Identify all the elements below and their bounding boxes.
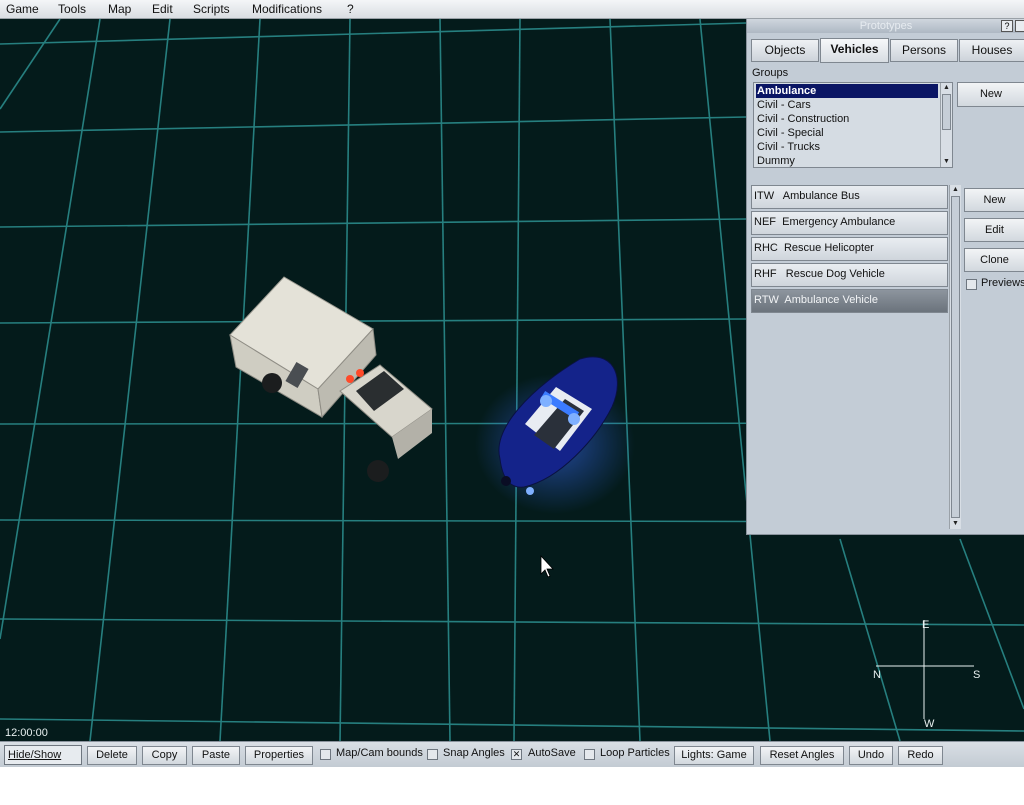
menu-modifications[interactable]: Modifications [252, 2, 322, 16]
autosave-label: AutoSave [528, 747, 576, 759]
vehicle-code: RTW [754, 294, 779, 306]
undo-button[interactable]: Undo [849, 746, 893, 765]
vehicle-item-selected[interactable]: RTW Ambulance Vehicle [751, 289, 948, 313]
reset-angles-button[interactable]: Reset Angles [760, 746, 844, 765]
redo-button[interactable]: Redo [898, 746, 943, 765]
snap-angles-label: Snap Angles [443, 747, 505, 759]
scroll-thumb[interactable] [951, 196, 960, 518]
vehicle-name: Rescue Helicopter [783, 242, 874, 254]
group-item[interactable]: Civil - Cars [756, 98, 938, 112]
panel-help-button[interactable]: ? [1001, 20, 1013, 32]
panel-title-bar[interactable]: Prototypes ? [747, 19, 1024, 33]
vehicle-name: Rescue Dog Vehicle [785, 268, 885, 280]
vehicle-code: RHF [754, 268, 777, 280]
scroll-thumb[interactable] [942, 94, 951, 130]
vehicle-item[interactable]: RHC Rescue Helicopter [751, 237, 948, 261]
group-item[interactable]: Ambulance [756, 84, 938, 98]
vehicle-item[interactable]: NEF Emergency Ambulance [751, 211, 948, 235]
menu-help-label: ? [347, 2, 354, 16]
scroll-up-icon[interactable]: ▲ [941, 83, 952, 93]
vehicle-list[interactable]: ITW Ambulance Bus NEF Emergency Ambulanc… [751, 185, 948, 529]
scroll-down-icon[interactable]: ▼ [950, 519, 961, 529]
menu-bar: Game Tools Map Edit Scripts Modification… [0, 0, 1024, 19]
properties-button[interactable]: Properties [245, 746, 313, 765]
scroll-down-icon[interactable]: ▼ [941, 157, 952, 167]
menu-modifications-label: Modifications [252, 2, 323, 16]
mouse-cursor [540, 554, 554, 578]
group-item[interactable]: Civil - Construction [756, 112, 938, 126]
vehicle-code: NEF [754, 216, 776, 228]
panel-close-button[interactable] [1015, 20, 1024, 32]
group-new-button[interactable]: New [957, 82, 1024, 107]
menu-scripts[interactable]: Scripts [193, 2, 230, 16]
game-clock: 12:00:00 [5, 727, 48, 739]
loop-particles-checkbox[interactable] [584, 749, 595, 760]
compass-east-label: E [922, 619, 930, 631]
previews-checkbox[interactable] [966, 279, 977, 290]
menu-tools-label: Tools [58, 2, 87, 16]
prototypes-panel: Prototypes ? Objects Vehicles Persons Ho… [746, 19, 1024, 535]
groups-list[interactable]: Ambulance Civil - Cars Civil - Construct… [753, 82, 953, 168]
snap-angles-checkbox[interactable] [427, 749, 438, 760]
vehicle-name: Emergency Ambulance [782, 216, 896, 228]
group-item[interactable]: Civil - Trucks [756, 140, 938, 154]
tab-persons[interactable]: Persons [890, 39, 958, 62]
vehicle-name: Ambulance Bus [782, 190, 860, 202]
menu-edit[interactable]: Edit [152, 2, 173, 16]
tab-objects[interactable]: Objects [751, 39, 819, 62]
paste-button[interactable]: Paste [192, 746, 240, 765]
vehicle-new-button[interactable]: New [964, 188, 1024, 212]
vehicle-item[interactable]: ITW Ambulance Bus [751, 185, 948, 209]
panel-title: Prototypes [859, 20, 913, 32]
previews-label: Previews [981, 277, 1024, 289]
group-item[interactable]: Civil - Special [756, 126, 938, 140]
menu-map-label: Map [108, 2, 132, 16]
compass-south-label: S [973, 669, 981, 681]
group-item[interactable]: Dummy [756, 154, 938, 167]
menu-help[interactable]: ? [347, 2, 354, 16]
compass-north-label: N [873, 669, 881, 681]
vehicle-code: RHC [754, 242, 778, 254]
vehicle-code: ITW [754, 190, 775, 202]
compass [876, 620, 974, 719]
loop-particles-label: Loop Particles [600, 747, 670, 759]
tab-vehicles[interactable]: Vehicles [820, 38, 889, 63]
menu-game[interactable]: Game [6, 2, 39, 16]
vehicle-item[interactable]: RHF Rescue Dog Vehicle [751, 263, 948, 287]
ambulance-vehicle-model [229, 276, 433, 482]
vehicle-name: Ambulance Vehicle [784, 294, 878, 306]
tab-houses[interactable]: Houses [959, 39, 1024, 62]
bottom-toolbar: Hide/Show Delete Copy Paste Properties M… [0, 741, 1024, 767]
map-cam-bounds-label: Map/Cam bounds [336, 747, 423, 759]
menu-scripts-label: Scripts [193, 2, 230, 16]
lights-button[interactable]: Lights: Game [674, 746, 754, 765]
compass-west-label: W [924, 718, 935, 730]
groups-label: Groups [752, 67, 789, 79]
map-cam-bounds-checkbox[interactable] [320, 749, 331, 760]
vehicle-clone-button[interactable]: Clone [964, 248, 1024, 272]
delete-button[interactable]: Delete [87, 746, 137, 765]
hide-show-button[interactable]: Hide/Show [4, 745, 82, 765]
scroll-up-icon[interactable]: ▲ [950, 185, 961, 195]
autosave-checkbox[interactable]: ✕ [511, 749, 522, 760]
menu-edit-label: Edit [152, 2, 173, 16]
vehicle-edit-button[interactable]: Edit [964, 218, 1024, 242]
copy-button[interactable]: Copy [142, 746, 187, 765]
groups-scrollbar[interactable]: ▲ ▼ [940, 83, 952, 167]
menu-game-label: Game [6, 2, 39, 16]
menu-tools[interactable]: Tools [58, 2, 86, 16]
menu-map[interactable]: Map [108, 2, 131, 16]
vehicle-list-scrollbar[interactable]: ▲ ▼ [949, 185, 961, 529]
